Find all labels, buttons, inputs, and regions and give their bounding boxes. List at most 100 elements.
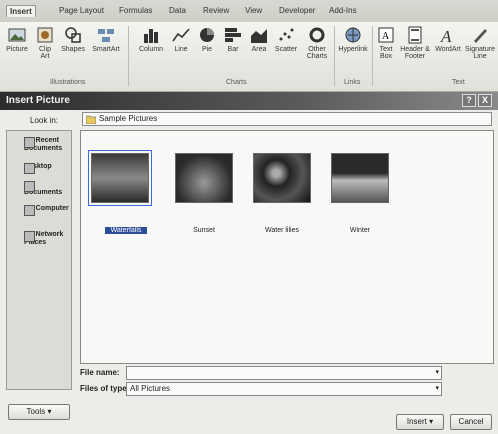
scatter-chart-button[interactable]: Scatter (272, 26, 300, 53)
signature-line-label: Signature Line (465, 46, 495, 60)
column-chart-button[interactable]: Column (136, 26, 166, 53)
computer-icon (24, 205, 35, 216)
cancel-button[interactable]: Cancel (450, 414, 492, 430)
hyperlink-button[interactable]: Hyperlink (338, 26, 368, 53)
scatter-chart-label: Scatter (274, 46, 298, 53)
smartart-icon (98, 29, 114, 42)
tab-page-layout[interactable]: Page Layout (56, 5, 107, 16)
other-charts-button[interactable]: Other Charts (302, 26, 332, 60)
desktop-icon (24, 163, 35, 174)
chevron-down-icon: ▾ (429, 417, 434, 426)
ribbon-divider (334, 26, 335, 86)
other-charts-icon (309, 27, 325, 43)
file-list[interactable]: Waterfalls Sunset Water lilies Winter (80, 130, 494, 364)
tab-formulas[interactable]: Formulas (116, 5, 155, 16)
look-in-value: Sample Pictures (99, 114, 158, 123)
place-desktop[interactable]: Desktop (10, 163, 72, 174)
look-in-select[interactable]: Sample Pictures (82, 112, 492, 126)
smartart-button[interactable]: SmartArt (90, 26, 122, 53)
clip-art-button[interactable]: Clip Art (34, 26, 56, 60)
clip-art-label: Clip Art (38, 46, 52, 60)
tools-button[interactable]: Tools ▾ (8, 404, 70, 420)
place-my-network-places[interactable]: My Network Places (10, 231, 72, 247)
line-chart-label: Line (174, 46, 188, 53)
signature-line-icon (474, 29, 487, 43)
tab-developer[interactable]: Developer (276, 5, 318, 16)
picture-icon (8, 28, 26, 42)
group-links: Links (344, 79, 361, 86)
svg-text:A: A (382, 31, 390, 42)
shapes-button[interactable]: Shapes (60, 26, 86, 53)
ribbon: Picture Clip Art Shapes SmartArt Column … (0, 22, 498, 92)
pie-chart-icon (200, 28, 214, 42)
group-illustrations: Illustrations (50, 79, 86, 86)
folder-icon (86, 115, 96, 124)
place-my-recent-documents[interactable]: My Recent Documents (10, 137, 72, 153)
column-chart-icon (144, 29, 158, 43)
file-name-label[interactable]: Winter (325, 227, 395, 234)
area-chart-label: Area (251, 46, 267, 53)
file-type-select[interactable]: All Pictures ▾ (126, 382, 442, 396)
svg-text:A: A (440, 27, 452, 44)
header-footer-icon (408, 26, 422, 44)
bar-chart-label: Bar (227, 46, 239, 53)
bar-chart-icon (225, 28, 241, 42)
shapes-icon (65, 27, 81, 43)
dialog-title-bar: Insert Picture ? X (0, 92, 498, 110)
tab-data[interactable]: Data (166, 5, 189, 16)
shapes-label: Shapes (61, 46, 85, 53)
insert-button[interactable]: Insert ▾ (396, 414, 444, 430)
tab-add-ins[interactable]: Add-Ins (326, 5, 360, 16)
file-thumbnail[interactable] (88, 150, 152, 206)
chevron-down-icon[interactable]: ▾ (435, 368, 439, 376)
insert-picture-dialog: Look in: Sample Pictures ▾ ◉ ▲ ✕ ▭ ▦ My … (0, 110, 498, 434)
text-box-label: Text Box (379, 46, 393, 60)
insert-label: Insert (406, 417, 427, 426)
tools-label: Tools (26, 407, 46, 416)
header-footer-label: Header & Footer (400, 46, 430, 60)
file-name-label[interactable]: Sunset (169, 227, 239, 234)
line-chart-button[interactable]: Line (170, 26, 192, 53)
network-icon (24, 231, 35, 242)
file-name-field[interactable]: ▾ (126, 366, 442, 380)
other-charts-label: Other Charts (306, 46, 328, 60)
pie-chart-label: Pie (201, 46, 213, 53)
tab-review[interactable]: Review (200, 5, 232, 16)
picture-label: Picture (6, 46, 28, 53)
chevron-down-icon[interactable]: ▾ (435, 384, 439, 392)
signature-line-button[interactable]: Signature Line (464, 26, 496, 60)
file-thumbnail[interactable] (331, 153, 389, 203)
close-button[interactable]: X (478, 94, 492, 107)
text-box-button[interactable]: A Text Box (374, 26, 398, 60)
smartart-label: SmartArt (92, 46, 120, 53)
hyperlink-label: Hyperlink (338, 46, 368, 53)
file-name-label[interactable]: Water lilies (247, 227, 317, 234)
text-box-icon: A (378, 27, 394, 43)
help-button[interactable]: ? (462, 94, 476, 107)
scatter-chart-icon (279, 28, 294, 41)
dialog-title: Insert Picture (6, 95, 70, 106)
area-chart-button[interactable]: Area (248, 26, 270, 53)
area-chart-icon (251, 29, 267, 43)
tab-insert[interactable]: Insert (6, 5, 36, 17)
pie-chart-button[interactable]: Pie (196, 26, 218, 53)
place-my-documents[interactable]: My Documents (10, 181, 72, 197)
file-name-field-label: File name: (80, 368, 120, 377)
tab-view[interactable]: View (242, 5, 265, 16)
line-chart-icon (172, 28, 190, 42)
picture-button[interactable]: Picture (4, 26, 30, 53)
bar-chart-button[interactable]: Bar (222, 26, 244, 53)
file-type-field-label: Files of type: (80, 384, 130, 393)
wordart-button[interactable]: A WordArt (432, 26, 464, 53)
header-footer-button[interactable]: Header & Footer (400, 26, 430, 60)
recent-documents-icon (24, 137, 35, 148)
chevron-down-icon: ▾ (47, 407, 52, 416)
file-thumbnail[interactable] (253, 153, 311, 203)
file-name-label[interactable]: Waterfalls (105, 227, 147, 234)
clip-art-icon (37, 27, 53, 43)
hyperlink-icon (345, 27, 361, 43)
ribbon-divider (128, 26, 129, 86)
place-my-computer[interactable]: My Computer (10, 205, 72, 216)
column-chart-label: Column (138, 46, 164, 53)
file-thumbnail[interactable] (175, 153, 233, 203)
